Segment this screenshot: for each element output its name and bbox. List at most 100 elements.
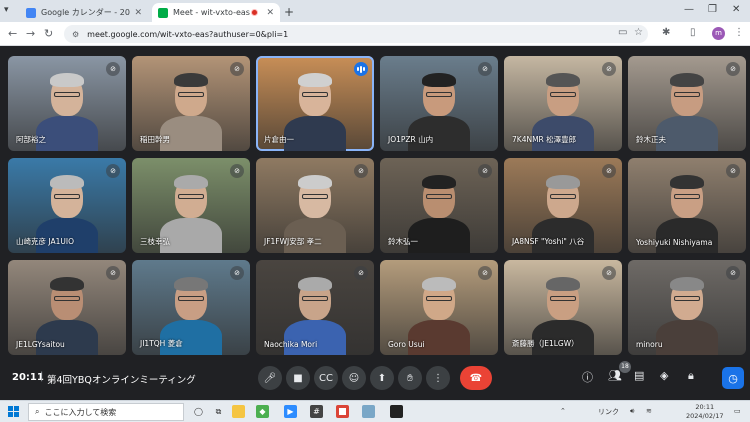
participant-count-badge: 18 [619, 361, 631, 373]
file-explorer-icon[interactable] [232, 405, 245, 418]
participant-tile[interactable]: ⊘ 稲田幹男 [132, 56, 250, 151]
participant-tile[interactable]: 片倉由一 [256, 56, 374, 151]
participant-name: 三枝幸弘 [140, 237, 170, 246]
captions-button[interactable]: CC [314, 366, 338, 390]
chat-icon[interactable]: ▤ [634, 369, 644, 382]
chrome-icon[interactable] [336, 405, 349, 418]
menu-kebab-icon[interactable]: ⋮ [734, 27, 744, 38]
mic-muted-icon: ⊘ [726, 62, 740, 76]
participant-tile[interactable]: ⊘ Yoshiyuki Nishiyama [628, 158, 746, 253]
mic-muted-icon: ⊘ [602, 266, 616, 280]
participant-tile[interactable]: ⊘ 7K4NMR 松澤豊郎 [504, 56, 622, 151]
url-text: meet.google.com/wit-vxto-eas?authuser=0&… [87, 29, 289, 39]
close-tab-icon[interactable]: ✕ [266, 8, 274, 18]
site-info-icon[interactable]: ⚙ [72, 30, 79, 39]
calendar-favicon-icon [26, 7, 36, 18]
taskbar-search-input[interactable]: ⌕ ここに入力して検索 [28, 403, 184, 421]
wifi-icon[interactable]: ≋ [646, 407, 652, 415]
meeting-info-icon[interactable]: ⓘ [582, 369, 593, 385]
app-icon-3[interactable] [390, 405, 403, 418]
participant-name: JO1PZR 山内 [388, 135, 434, 144]
participant-tile[interactable]: ⊘ 阿部裕之 [8, 56, 126, 151]
side-panel-icon[interactable]: ▯ [690, 27, 696, 38]
camera-button[interactable]: ■ [286, 366, 310, 390]
new-tab-button[interactable]: + [284, 5, 294, 19]
mic-muted-icon: ⊘ [230, 62, 244, 76]
participant-name: 7K4NMR 松澤豊郎 [512, 135, 577, 144]
camera-in-use-icon[interactable]: ▭ [618, 27, 627, 38]
app-icon[interactable]: ◆ [256, 405, 269, 418]
participant-tile[interactable]: ⊘ 鈴木正夫 [628, 56, 746, 151]
participant-tile[interactable]: ⊘ Goro Usui [380, 260, 498, 355]
recording-icon [251, 9, 259, 16]
camera-icon: ■ [293, 372, 303, 384]
cortana-icon[interactable]: ◯ [192, 405, 205, 418]
taskbar-clock[interactable]: 20:11 2024/02/17 [686, 403, 723, 421]
participant-tile[interactable]: ⊘ 三枝幸弘 [132, 158, 250, 253]
participant-tile[interactable]: ⊘ JI1TQH 菱倉 [132, 260, 250, 355]
meet-control-bar: 20:11 | 第4回YBQオンラインミーティング 🎤︎ ■ CC ☺ ⬆ ✋︎… [0, 358, 750, 400]
participant-name: 斎藤勝（JE1LGW） [512, 339, 579, 348]
profile-avatar[interactable]: m [712, 27, 725, 40]
back-icon[interactable]: ← [8, 27, 17, 40]
clock-icon: ◷ [728, 371, 738, 385]
more-options-button[interactable]: ⋮ [426, 366, 450, 390]
participant-tile[interactable]: ⊘ Naochika Mori [256, 260, 374, 355]
forward-icon[interactable]: → [26, 27, 35, 40]
clock-time: 20:11 [695, 403, 715, 411]
tab-search-icon[interactable]: ▾ [4, 5, 9, 15]
participant-name: JE1LGYsaitou [16, 340, 65, 349]
speaking-indicator-icon [354, 62, 368, 76]
notifications-icon[interactable]: ▭ [734, 407, 741, 415]
zoom-icon[interactable]: ▶ [284, 405, 297, 418]
raise-hand-button[interactable]: ✋︎ [398, 366, 422, 390]
host-controls-lock-icon[interactable]: 🔒︎ [688, 369, 694, 383]
mic-muted-icon: ⊘ [726, 164, 740, 178]
network-icon[interactable]: ⌃ [560, 407, 566, 415]
task-view-icon[interactable]: ⧉ [212, 405, 225, 418]
url-field[interactable]: ⚙ meet.google.com/wit-vxto-eas?authuser=… [64, 25, 648, 43]
close-tab-icon[interactable]: ✕ [134, 8, 142, 18]
activities-icon[interactable]: ◈ [660, 369, 668, 382]
microphone-button[interactable]: 🎤︎ [258, 366, 282, 390]
participant-tile[interactable]: ⊘ JF1FWJ安部 孝二 [256, 158, 374, 253]
present-button[interactable]: ⬆ [370, 366, 394, 390]
calculator-icon[interactable]: # [310, 405, 323, 418]
participant-name: 片倉由一 [264, 135, 294, 144]
participant-name: 鈴木弘一 [388, 237, 418, 246]
tab-meet[interactable]: Meet - wit-vxto-eas ✕ [152, 3, 280, 22]
participant-name: JI1TQH 菱倉 [140, 339, 183, 348]
leave-call-button[interactable]: ☎ [460, 366, 492, 390]
participant-tile[interactable]: ⊘ 斎藤勝（JE1LGW） [504, 260, 622, 355]
participant-tile[interactable]: ⊘ JO1PZR 山内 [380, 56, 498, 151]
timer-button[interactable]: ◷ [722, 367, 744, 389]
extensions-icon[interactable]: ✱ [662, 27, 670, 38]
bookmark-star-icon[interactable]: ☆ [634, 27, 643, 38]
participant-tile[interactable]: ⊘ JA8NSF "Yoshi" 八谷 [504, 158, 622, 253]
restore-icon[interactable]: ❐ [708, 4, 717, 15]
browser-tab-strip: ▾ Google カレンダー - 2024年 2月 18 ✕ Meet - wi… [0, 0, 750, 22]
participant-tile[interactable]: ⊘ 鈴木弘一 [380, 158, 498, 253]
minimize-icon[interactable]: — [684, 4, 694, 15]
participant-name: 阿部裕之 [16, 135, 46, 144]
participant-name: 稲田幹男 [140, 135, 170, 144]
participant-tile[interactable]: ⊘ minoru [628, 260, 746, 355]
windows-start-icon[interactable] [8, 406, 19, 417]
volume-icon[interactable]: 🔊︎ [630, 407, 634, 416]
tab-google-calendar[interactable]: Google カレンダー - 2024年 2月 18 ✕ [20, 3, 148, 22]
participant-tile[interactable]: ⊘ JE1LGYsaitou [8, 260, 126, 355]
participant-tile[interactable]: ⊘ 山崎克彦 JA1UIO [8, 158, 126, 253]
mic-muted-icon: ⊘ [106, 62, 120, 76]
more-vert-icon: ⋮ [433, 372, 443, 384]
meet-video-grid: ⊘ 阿部裕之 ⊘ 稲田幹男 片倉由一 ⊘ JO1PZR 山内 ⊘ 7K4NMR 松澤豊郎 ⊘ 鈴木正… [0, 46, 750, 400]
tray-link-label[interactable]: リンク [598, 407, 619, 417]
captions-icon: CC [319, 372, 333, 384]
clock-date: 2024/02/17 [686, 412, 724, 420]
reactions-button[interactable]: ☺ [342, 366, 366, 390]
app-icon-2[interactable] [362, 405, 375, 418]
emoji-icon: ☺ [348, 372, 360, 384]
meeting-separator: | [40, 371, 44, 382]
participant-name: 鈴木正夫 [636, 135, 666, 144]
close-window-icon[interactable]: ✕ [732, 4, 740, 15]
reload-icon[interactable]: ↻ [44, 27, 53, 40]
